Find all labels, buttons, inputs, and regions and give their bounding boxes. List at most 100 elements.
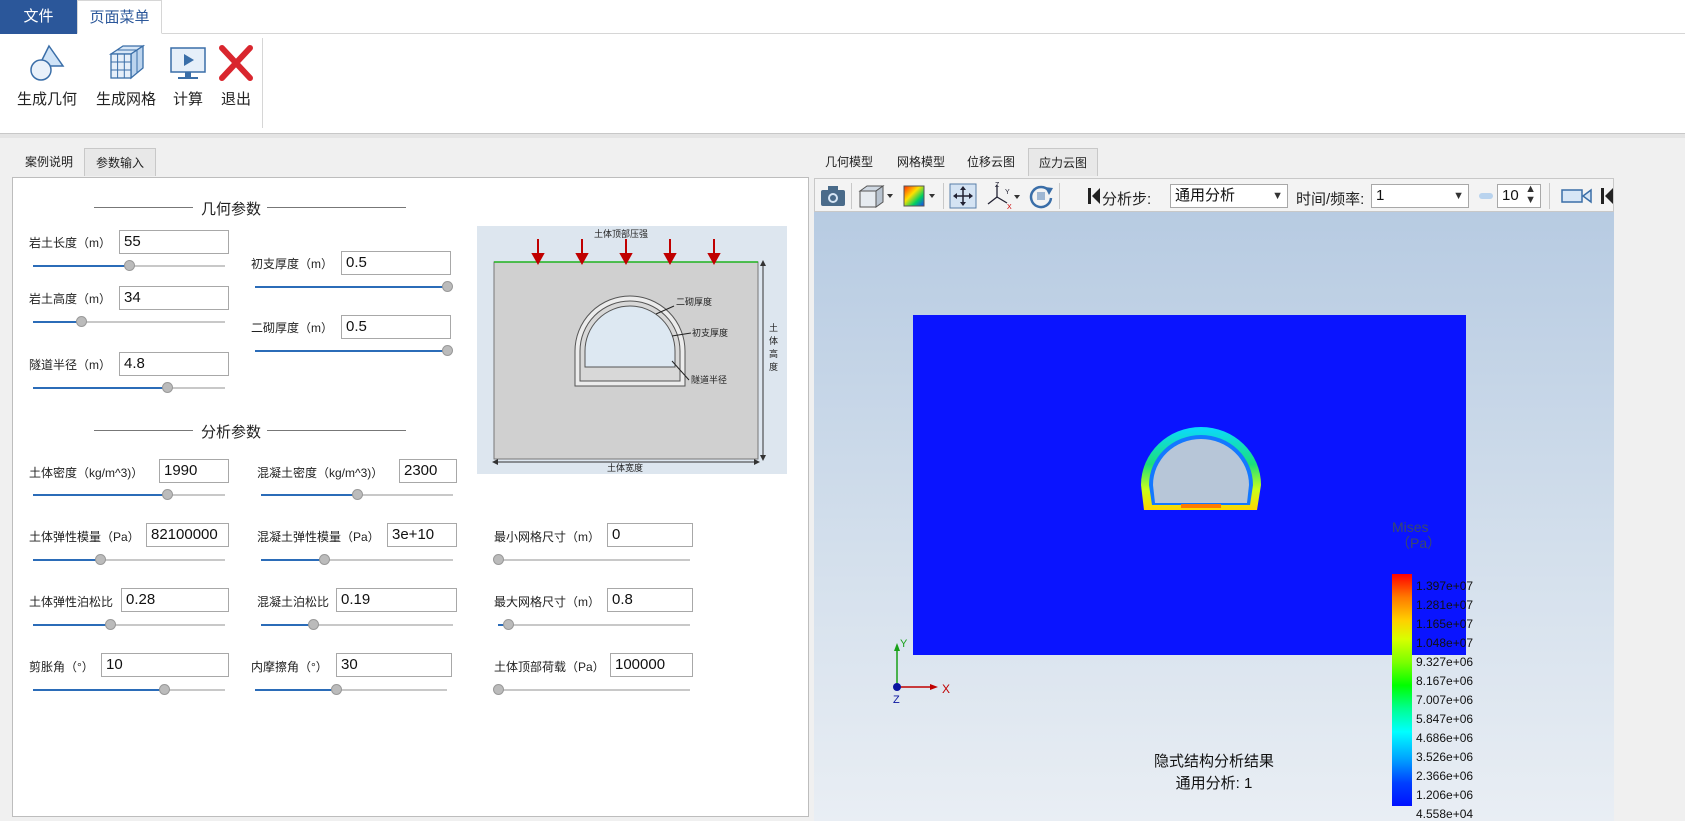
dilation-angle-input[interactable]: 10 [101, 653, 229, 677]
slider-thumb[interactable] [162, 489, 174, 500]
step-nav-icon[interactable] [1088, 188, 1100, 204]
frame-spinbox[interactable]: 10 ▲ ▼ [1497, 184, 1541, 208]
tab-page-menu[interactable]: 页面菜单 [77, 0, 162, 34]
svg-text:X: X [1007, 204, 1012, 211]
exit-button[interactable]: 退出 [216, 42, 256, 109]
tab-parameter-input[interactable]: 参数输入 [84, 148, 156, 176]
max-mesh-size-input[interactable]: 0.8 [607, 588, 693, 612]
slider-fill [33, 265, 129, 267]
rock-height-label: 岩土高度（m） [29, 292, 111, 306]
tab-file[interactable]: 文件 [0, 0, 77, 34]
section-rule [94, 430, 193, 431]
soil-poisson-slider[interactable] [33, 619, 225, 630]
concrete-density-input[interactable]: 2300 [399, 459, 457, 483]
ribbon-separator [262, 38, 263, 128]
slider-fill [255, 350, 447, 352]
soil-poisson-input[interactable]: 0.28 [121, 588, 229, 612]
tunnel-radius-input[interactable]: 4.8 [119, 352, 229, 376]
slider-thumb[interactable] [76, 316, 87, 327]
rotate-view-icon[interactable] [1027, 183, 1055, 209]
tab-mesh-model[interactable]: 网格模型 [889, 148, 953, 176]
legend-label: 9.327e+06 [1416, 655, 1474, 669]
slider-thumb[interactable] [319, 554, 331, 565]
time-frequency-select[interactable]: 1 ▼ [1371, 184, 1469, 208]
concrete-density-label: 混凝土密度（kg/m^3)） [257, 466, 384, 480]
top-load-input[interactable]: 100000 [610, 653, 693, 677]
slider-thumb[interactable] [162, 382, 174, 393]
concrete-poisson-input[interactable]: 0.19 [336, 588, 457, 612]
slider-fill [33, 689, 164, 691]
slider-thumb[interactable] [95, 554, 107, 565]
top-load-slider[interactable] [493, 684, 690, 695]
primary-thickness-input[interactable]: 0.5 [341, 251, 451, 275]
slider-fill [261, 559, 325, 561]
tunnel-radius-label: 隧道半径（m） [29, 358, 111, 372]
analysis-step-label: 分析步: [1102, 191, 1152, 208]
slider-thumb[interactable] [104, 619, 116, 630]
rock-height-input[interactable]: 34 [119, 286, 229, 310]
secondary-thickness-slider[interactable] [255, 345, 453, 356]
soil-modulus-input[interactable]: 82100000 [146, 523, 229, 547]
play-slider-icon[interactable] [1479, 191, 1493, 201]
slider-thumb[interactable] [442, 281, 453, 292]
legend-variable: Mises [1392, 519, 1429, 535]
ribbon-divider [0, 134, 1685, 138]
tunnel-radius-slider[interactable] [33, 382, 225, 393]
primary-thickness-label: 初支厚度（m） [251, 257, 333, 271]
generate-geometry-button[interactable]: 生成几何 [16, 42, 78, 109]
max-mesh-size-slider[interactable] [498, 619, 690, 630]
legend-label: 1.165e+07 [1416, 617, 1474, 631]
slider-thumb[interactable] [442, 345, 453, 356]
x-axis-label: X [942, 682, 950, 696]
slider-thumb[interactable] [493, 684, 504, 695]
concrete-modulus-input[interactable]: 3e+10 [387, 523, 457, 547]
slider-thumb[interactable] [158, 684, 170, 695]
top-pressure-label: 土体顶部压强 [594, 228, 648, 239]
axis-orientation-icon[interactable]: ZY X [983, 181, 1023, 211]
primary-thickness-slider[interactable] [255, 281, 453, 292]
generate-mesh-button[interactable]: 生成网格 [94, 42, 158, 109]
min-mesh-size-input[interactable]: 0 [607, 523, 693, 547]
slider-thumb[interactable] [307, 619, 319, 630]
fit-view-icon[interactable] [949, 183, 977, 209]
toolbar-separator [1059, 183, 1060, 209]
slider-thumb[interactable] [502, 619, 514, 630]
tab-geometry-model[interactable]: 几何模型 [817, 148, 881, 176]
stress-contour-viewport[interactable]: Mises （Pa） 1.397e+07 1.281e+07 1.165e+07 1.… [814, 212, 1614, 821]
analysis-step-select[interactable]: 通用分析 ▼ [1170, 184, 1288, 208]
friction-angle-input[interactable]: 30 [336, 653, 452, 677]
tab-displacement-contour[interactable]: 位移云图 [961, 148, 1021, 176]
contour-display-icon[interactable] [901, 183, 939, 209]
compute-button[interactable]: 计算 [168, 42, 208, 109]
legend-label: 4.686e+06 [1416, 731, 1474, 745]
soil-modulus-slider[interactable] [33, 554, 225, 565]
toolbar-separator [943, 183, 944, 209]
tab-stress-contour[interactable]: 应力云图 [1028, 148, 1098, 176]
slider-thumb[interactable] [330, 684, 342, 695]
dilation-angle-slider[interactable] [33, 684, 225, 695]
slider-thumb[interactable] [352, 489, 363, 500]
rock-length-input[interactable]: 55 [119, 230, 229, 254]
slider-thumb[interactable] [493, 554, 504, 565]
rock-height-slider[interactable] [33, 316, 225, 327]
secondary-thickness-input[interactable]: 0.5 [341, 315, 451, 339]
rock-length-slider[interactable] [33, 260, 225, 271]
concrete-density-slider[interactable] [261, 489, 453, 500]
soil-modulus-label: 土体弹性模量（Pa） [29, 530, 140, 544]
close-icon [219, 45, 253, 81]
section-rule [267, 430, 406, 431]
step-forward-icon[interactable] [1601, 188, 1613, 204]
camera-icon[interactable] [819, 184, 847, 208]
video-record-icon[interactable] [1561, 186, 1593, 206]
soil-density-slider[interactable] [33, 489, 225, 500]
spin-arrows-icon: ▲ ▼ [1525, 183, 1536, 206]
soil-density-input[interactable]: 1990 [159, 459, 229, 483]
concrete-poisson-slider[interactable] [261, 619, 453, 630]
min-mesh-size-slider[interactable] [493, 554, 690, 565]
concrete-modulus-slider[interactable] [261, 554, 453, 565]
friction-angle-slider[interactable] [255, 684, 447, 695]
tab-case-description[interactable]: 案例说明 [16, 148, 82, 176]
concrete-modulus-label: 混凝土弹性模量（Pa） [257, 530, 380, 544]
view-cube-icon[interactable] [857, 183, 895, 209]
slider-thumb[interactable] [124, 260, 135, 271]
